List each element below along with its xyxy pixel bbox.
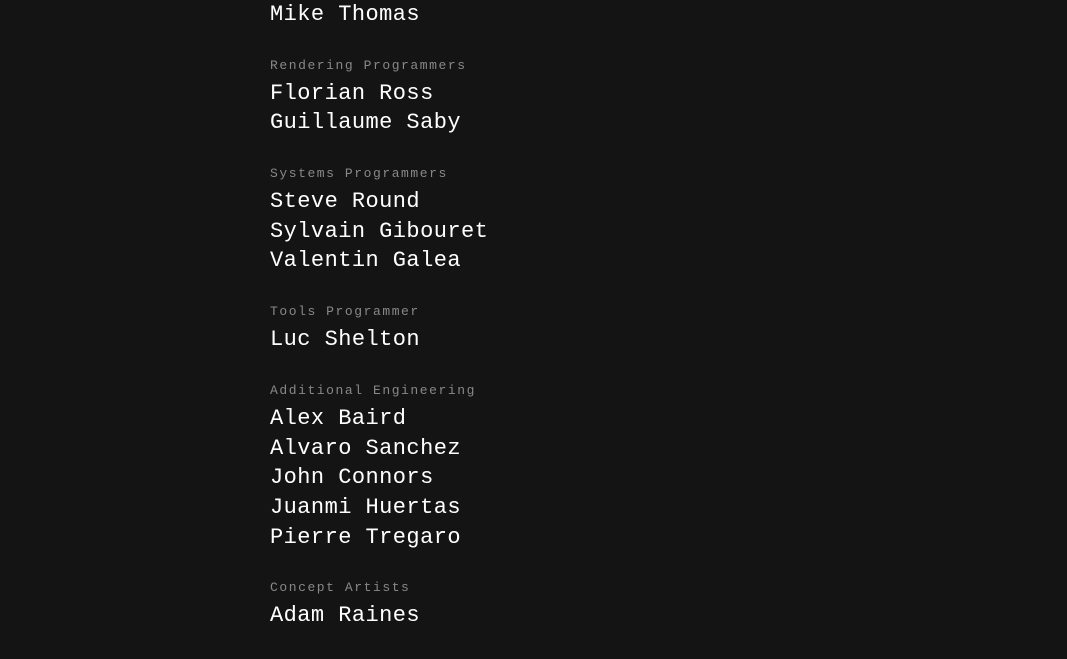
- name-steve-round: Steve Round: [270, 187, 870, 217]
- section-concept-artists: Concept Artists Adam Raines: [270, 580, 870, 631]
- partial-top-name: Mike Thomas: [270, 0, 870, 30]
- name-juanmi-huertas: Juanmi Huertas: [270, 493, 870, 523]
- name-valentin-galea: Valentin Galea: [270, 246, 870, 276]
- name-adam-raines: Adam Raines: [270, 601, 870, 631]
- credits-container: Mike Thomas Rendering Programmers Floria…: [270, 0, 870, 659]
- name-john-connors: John Connors: [270, 463, 870, 493]
- section-title-additional-engineering: Additional Engineering: [270, 383, 870, 398]
- section-title-concept-artists: Concept Artists: [270, 580, 870, 595]
- name-alvaro-sanchez: Alvaro Sanchez: [270, 434, 870, 464]
- name-sylvain-gibouret: Sylvain Gibouret: [270, 217, 870, 247]
- name-luc-shelton: Luc Shelton: [270, 325, 870, 355]
- section-additional-engineering: Additional Engineering Alex Baird Alvaro…: [270, 383, 870, 552]
- section-title-systems-programmers: Systems Programmers: [270, 166, 870, 181]
- section-tools-programmer: Tools Programmer Luc Shelton: [270, 304, 870, 355]
- name-florian-ross: Florian Ross: [270, 79, 870, 109]
- section-title-rendering-programmers: Rendering Programmers: [270, 58, 870, 73]
- section-rendering-programmers: Rendering Programmers Florian Ross Guill…: [270, 58, 870, 138]
- section-systems-programmers: Systems Programmers Steve Round Sylvain …: [270, 166, 870, 276]
- name-pierre-tregaro: Pierre Tregaro: [270, 523, 870, 553]
- name-alex-baird: Alex Baird: [270, 404, 870, 434]
- section-title-tools-programmer: Tools Programmer: [270, 304, 870, 319]
- name-guillaume-saby: Guillaume Saby: [270, 108, 870, 138]
